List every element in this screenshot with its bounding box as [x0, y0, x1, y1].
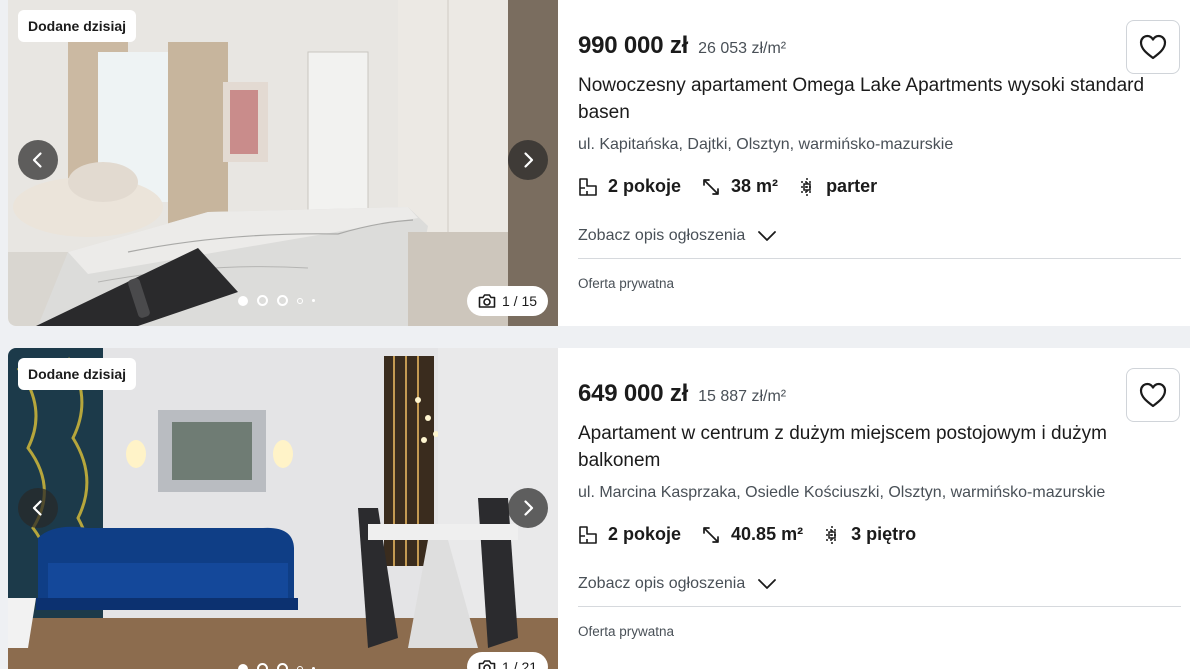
- apartment-photo-living-room: [8, 348, 558, 669]
- floor-icon: [826, 525, 839, 544]
- camera-icon: [478, 294, 496, 308]
- previous-photo-button[interactable]: [18, 488, 58, 528]
- chevron-left-icon: [32, 500, 42, 516]
- price-row: 990 000 zł 26 053 zł/m²: [578, 32, 1190, 60]
- pagination-dot[interactable]: [238, 295, 248, 306]
- divider: [578, 258, 1181, 259]
- added-today-badge: Dodane dzisiaj: [18, 10, 137, 42]
- listing-details: 990 000 zł 26 053 zł/m² Nowoczesny apart…: [558, 0, 1190, 326]
- show-description-toggle[interactable]: Zobacz opis ogłoszenia: [578, 575, 1190, 593]
- photo-counter-label: 1 / 15: [501, 293, 538, 309]
- listing-details: 649 000 zł 15 887 zł/m² Apartament w cen…: [558, 348, 1190, 669]
- divider: [578, 606, 1181, 607]
- listing-address: ul. Kapitańska, Dajtki, Olsztyn, warmińs…: [578, 136, 954, 153]
- area-param: 40.85 m²: [701, 524, 803, 545]
- floor-value: 3 piętro: [851, 524, 917, 544]
- floor-plan-icon: [579, 177, 597, 196]
- previous-photo-button[interactable]: [18, 140, 58, 180]
- favorite-button[interactable]: [1126, 20, 1180, 74]
- next-photo-button[interactable]: [508, 488, 548, 528]
- pagination-dot[interactable]: [277, 663, 288, 669]
- chevron-down-icon: [758, 231, 777, 241]
- heart-icon: [1139, 34, 1167, 60]
- pagination-dot[interactable]: [257, 663, 268, 669]
- chevron-left-icon: [32, 152, 42, 168]
- show-description-label: Zobacz opis ogłoszenia: [578, 227, 746, 244]
- pagination-dot[interactable]: [257, 295, 268, 306]
- rooms-value: 2 pokoje: [608, 176, 682, 196]
- next-photo-button[interactable]: [508, 140, 548, 180]
- area-arrow-icon: [703, 178, 719, 195]
- listing-parameters: 2 pokoje 40.85 m² 3 piętro: [578, 524, 1190, 545]
- floor-icon: [801, 177, 814, 196]
- area-value: 40.85 m²: [731, 524, 804, 544]
- listing-address: ul. Marcina Kasprzaka, Osiedle Kościuszk…: [578, 484, 1106, 501]
- show-description-toggle[interactable]: Zobacz opis ogłoszenia: [578, 227, 1190, 245]
- price-per-m2: 26 053 zł/m²: [698, 40, 787, 57]
- listing-card[interactable]: Dodane dzisiaj 1 / 21 649 000 zł 15 887 …: [8, 348, 1190, 669]
- rooms-value: 2 pokoje: [608, 524, 682, 544]
- camera-icon: [478, 660, 496, 669]
- listing-title[interactable]: Nowoczesny apartament Omega Lake Apartme…: [578, 72, 1188, 126]
- area-arrow-icon: [703, 526, 719, 543]
- floor-param: parter: [798, 176, 877, 197]
- show-description-label: Zobacz opis ogłoszenia: [578, 575, 746, 592]
- pagination-dot[interactable]: [297, 665, 303, 669]
- photo-counter[interactable]: 1 / 15: [467, 286, 548, 316]
- chevron-right-icon: [524, 500, 534, 516]
- pagination-dot[interactable]: [277, 295, 288, 306]
- listing-parameters: 2 pokoje 38 m² parter: [578, 176, 1190, 197]
- photo-pagination-dots: [238, 295, 315, 306]
- rooms-param: 2 pokoje: [578, 176, 681, 197]
- price: 649 000 zł: [578, 380, 689, 407]
- pagination-dot[interactable]: [297, 297, 303, 304]
- added-today-badge: Dodane dzisiaj: [18, 358, 137, 390]
- seller-type: Oferta prywatna: [578, 276, 675, 291]
- listing-card[interactable]: Dodane dzisiaj 1 / 15 990 000 zł 26 053 …: [8, 0, 1190, 326]
- seller-type: Oferta prywatna: [578, 624, 675, 639]
- area-param: 38 m²: [701, 176, 778, 197]
- pagination-dot[interactable]: [312, 299, 315, 302]
- photo-counter-label: 1 / 21: [501, 659, 538, 669]
- photo-counter[interactable]: 1 / 21: [467, 652, 548, 669]
- heart-icon: [1139, 382, 1167, 408]
- photo-pagination-dots: [238, 663, 315, 669]
- price: 990 000 zł: [578, 32, 689, 59]
- listing-photo[interactable]: Dodane dzisiaj 1 / 15: [8, 0, 558, 326]
- price-row: 649 000 zł 15 887 zł/m²: [578, 380, 1190, 408]
- floor-plan-icon: [579, 525, 597, 544]
- favorite-button[interactable]: [1126, 368, 1180, 422]
- listing-photo[interactable]: Dodane dzisiaj 1 / 21: [8, 348, 558, 669]
- pagination-dot[interactable]: [238, 663, 248, 669]
- listing-title[interactable]: Apartament w centrum z dużym miejscem po…: [578, 420, 1188, 474]
- area-value: 38 m²: [731, 176, 779, 196]
- chevron-down-icon: [758, 579, 777, 589]
- floor-param: 3 piętro: [823, 524, 916, 545]
- chevron-right-icon: [524, 152, 534, 168]
- price-per-m2: 15 887 zł/m²: [698, 388, 787, 405]
- rooms-param: 2 pokoje: [578, 524, 681, 545]
- apartment-photo-living-room: [8, 0, 558, 326]
- floor-value: parter: [826, 176, 878, 196]
